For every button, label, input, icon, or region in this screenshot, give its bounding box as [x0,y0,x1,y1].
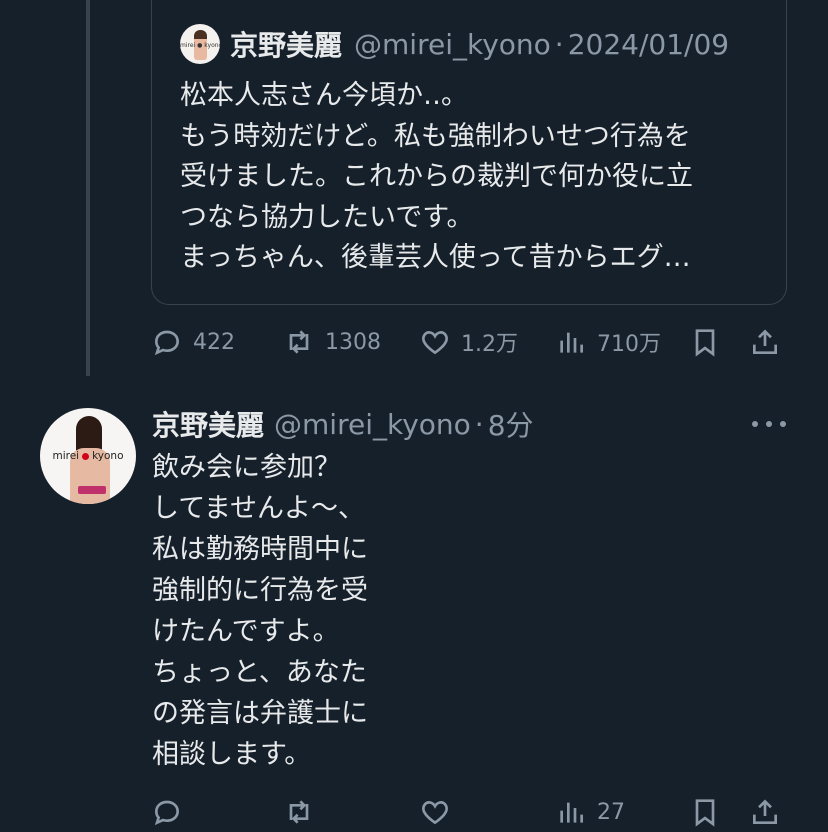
avatar-label-left: mirei [52,450,80,462]
author-handle[interactable]: @mirei_kyono [274,408,471,441]
share-button[interactable] [749,322,781,362]
quoted-date[interactable]: 2024/01/09 [568,28,729,61]
share-icon [753,329,777,354]
views-count: 27 [597,799,625,825]
thread-line [86,0,90,376]
quoted-avatar-label: mirei ● kyono [180,42,220,49]
like-count: 1.2万 [461,332,518,357]
quoted-avatar[interactable]: mirei ● kyono [180,24,220,64]
views-count: 710万 [597,332,661,357]
quoted-tweet-card[interactable]: mirei ● kyono 京野美麗 @mirei_kyono · 2024/0… [151,0,787,305]
bookmark-icon [695,799,715,827]
retweet-icon [289,800,309,824]
quoted-author-name[interactable]: 京野美麗 [230,24,342,64]
share-button[interactable] [749,792,781,832]
views-icon [560,332,583,353]
reply-icon [154,330,180,356]
like-button[interactable]: 1.2万 [419,322,518,362]
retweet-button[interactable]: 1308 [283,322,381,362]
separator-dot: · [474,407,484,441]
like-icon [422,801,448,825]
retweet-icon [289,330,309,354]
like-icon [422,331,448,355]
avatar-label: mirei kyono [40,450,136,462]
quoted-tweet-header: mirei ● kyono 京野美麗 @mirei_kyono · 2024/0… [180,22,729,66]
reply-button[interactable] [151,792,183,832]
quote-action-bar: 422 1308 1.2万 710万 [151,322,791,362]
avatar-label-right: kyono [92,450,124,462]
author-name[interactable]: 京野美麗 [152,404,264,444]
bookmark-button[interactable] [689,322,721,362]
more-options-icon[interactable] [752,414,786,434]
views-icon [560,802,583,823]
views-button[interactable]: 710万 [555,322,661,362]
share-icon [753,799,777,824]
red-dot-icon [82,452,90,460]
separator-dot: · [554,27,564,61]
reply-icon [154,800,180,826]
tweet-time[interactable]: 8分 [488,404,534,444]
quoted-tweet-text: 松本人志さん今頃か‥。 もう時効だけど。私も強制わいせつ行為を 受けました。これ… [180,80,693,273]
tweet-header: 京野美麗 @mirei_kyono · 8分 [152,404,534,444]
retweet-button[interactable] [283,792,315,832]
avatar-garment [78,486,106,494]
reply-count: 422 [193,329,235,355]
quoted-author-handle[interactable]: @mirei_kyono [354,28,551,61]
author-avatar[interactable]: mirei kyono [40,408,136,504]
tweet-text: 飲み会に参加？ してませんよ〜、 私は勤務時間中に 強制的に行為を受 けたんです… [152,452,368,770]
bookmark-button[interactable] [689,792,721,832]
reply-button[interactable]: 422 [151,322,235,362]
bookmark-icon [695,329,715,357]
retweet-count: 1308 [325,329,381,355]
views-button[interactable]: 27 [555,792,625,832]
tweet-action-bar: 27 [151,792,791,832]
like-button[interactable] [419,792,451,832]
